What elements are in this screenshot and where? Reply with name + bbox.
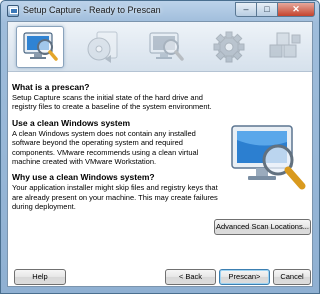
section-body: Your application installer might skip fi… <box>12 183 232 211</box>
install-step <box>79 26 127 68</box>
title-bar[interactable]: Setup Capture - Ready to Prescan – □ ✕ <box>1 1 319 21</box>
monitor-magnifier-icon <box>149 32 184 61</box>
section-title: What is a prescan? <box>12 82 90 92</box>
setup-capture-app-icon <box>7 5 19 17</box>
section-line: machine created with VMware Workstation. <box>12 157 157 167</box>
section-line: Your application installer might skip fi… <box>12 183 218 193</box>
section-line: software beyond the operating system and… <box>12 138 183 148</box>
back-button[interactable]: < Back <box>165 269 216 285</box>
package-boxes-icon <box>269 32 301 58</box>
advanced-scan-locations-button[interactable]: Advanced Scan Locations... <box>214 219 311 235</box>
wizard-client-area: What is a prescan? Setup Capture scans t… <box>7 21 313 287</box>
section-line: Setup Capture scans the initial state of… <box>12 93 203 102</box>
window-title: Setup Capture - Ready to Prescan <box>23 5 161 15</box>
prescan-hero-icon <box>231 125 306 190</box>
configure-step <box>205 26 253 68</box>
disc-install-icon <box>87 31 118 63</box>
section-line: are already present on your machine. Thi… <box>12 192 218 202</box>
close-button[interactable]: ✕ <box>277 2 315 17</box>
section-body: Setup Capture scans the initial state of… <box>12 93 222 112</box>
postscan-step <box>142 26 190 68</box>
prescan-button[interactable]: Prescan> <box>219 269 270 285</box>
wizard-steps-banner <box>8 22 312 72</box>
help-button[interactable]: Help <box>14 269 66 285</box>
section-line: registry files to create a baseline of t… <box>12 102 212 112</box>
prescan-step <box>16 26 64 68</box>
cancel-button[interactable]: Cancel <box>273 269 311 285</box>
minimize-button[interactable]: – <box>235 2 257 17</box>
build-step <box>260 26 308 68</box>
gear-icon <box>213 31 245 63</box>
section-line: A clean Windows system does not contain … <box>12 128 196 138</box>
setup-capture-window: Setup Capture - Ready to Prescan – □ ✕ W… <box>0 0 320 294</box>
maximize-button[interactable]: □ <box>256 2 278 17</box>
section-body: A clean Windows system does not contain … <box>12 129 212 167</box>
caption-buttons: – □ ✕ <box>235 2 315 18</box>
monitor-magnifier-icon <box>23 32 58 61</box>
section-line: components. VMware recommends using a cl… <box>12 147 199 157</box>
section-line: during deployment. <box>12 202 76 212</box>
